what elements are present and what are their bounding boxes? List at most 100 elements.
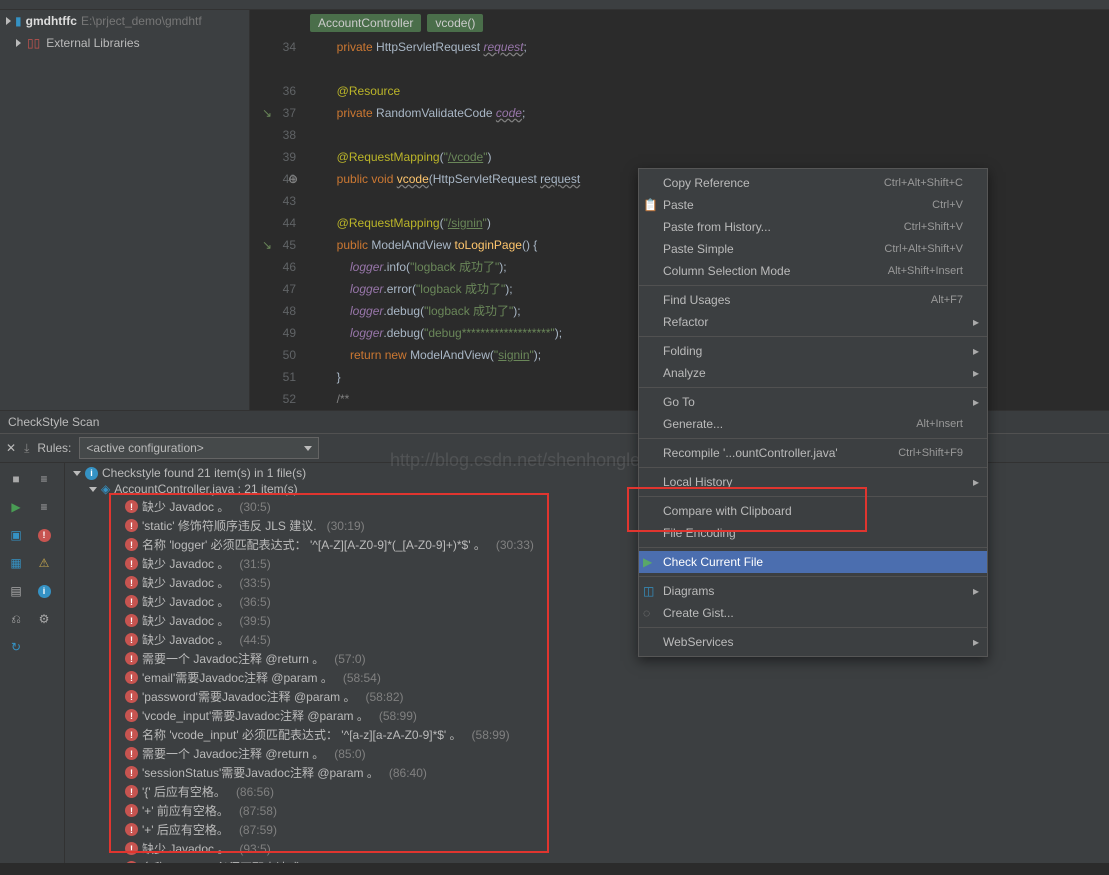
- module-icon: ▮: [15, 14, 22, 28]
- issue-location: (86:40): [389, 766, 427, 780]
- menu-item-copy-reference[interactable]: Copy ReferenceCtrl+Alt+Shift+C: [639, 172, 987, 194]
- menu-item-go-to[interactable]: Go To▸: [639, 391, 987, 413]
- external-libraries[interactable]: ▯▯ External Libraries: [0, 32, 249, 54]
- issue-location: (57:0): [334, 652, 365, 666]
- rules-combo[interactable]: <active configuration>: [79, 437, 319, 459]
- issue-row[interactable]: !名称 'vcode_input' 必须匹配表达式： '^[a-z][a-zA-…: [65, 725, 1109, 744]
- menu-shortcut: Alt+Insert: [916, 418, 963, 430]
- gutter-fold-icon[interactable]: ⊕: [288, 168, 298, 190]
- issue-row[interactable]: !'+' 后应有空格。(87:59): [65, 820, 1109, 839]
- settings-button[interactable]: ⚙: [30, 605, 58, 633]
- issue-row[interactable]: !'email'需要Javadoc注释 @param 。(58:54): [65, 668, 1109, 687]
- collapse-button[interactable]: ≡: [30, 493, 58, 521]
- menu-shortcut: Ctrl+Shift+F9: [898, 447, 963, 459]
- expand-icon[interactable]: [6, 17, 11, 25]
- collapse-icon[interactable]: [89, 487, 97, 492]
- vcs-button[interactable]: ⎌: [2, 605, 30, 633]
- menu-item-generate-[interactable]: Generate... Alt+Insert: [639, 413, 987, 435]
- scope-button[interactable]: ▤: [2, 577, 30, 605]
- gutter-override-icon[interactable]: ↘: [262, 102, 272, 124]
- close-button[interactable]: ✕: [6, 441, 16, 455]
- menu-item-folding[interactable]: Folding▸: [639, 340, 987, 362]
- issue-row[interactable]: !缺少 Javadoc 。(93:5): [65, 839, 1109, 858]
- menu-item-webservices[interactable]: WebServices▸: [639, 631, 987, 653]
- expand-icon[interactable]: [16, 39, 21, 47]
- paste-icon: 📋: [643, 198, 657, 212]
- menu-separator: [639, 496, 987, 497]
- refresh-button[interactable]: ↻: [2, 633, 30, 661]
- menu-item-local-history[interactable]: Local History▸: [639, 471, 987, 493]
- menu-label: File Encoding: [663, 526, 736, 540]
- error-icon: !: [125, 709, 138, 722]
- menu-item-recompile-ountcontroller-java-[interactable]: Recompile '...ountController.java'Ctrl+S…: [639, 442, 987, 464]
- issue-message: 'static' 修饰符顺序违反 JLS 建议.: [142, 517, 317, 534]
- menu-label: Generate...: [663, 417, 723, 431]
- project-name: gmdhtffc: [26, 14, 77, 28]
- project-button[interactable]: ▦: [2, 549, 30, 577]
- expand-button[interactable]: ≡: [30, 465, 58, 493]
- menu-separator: [639, 627, 987, 628]
- menu-item-paste[interactable]: 📋PasteCtrl+V: [639, 194, 987, 216]
- menu-item-paste-from-history-[interactable]: Paste from History...Ctrl+Shift+V: [639, 216, 987, 238]
- info-icon: i: [85, 467, 98, 480]
- menu-item-diagrams[interactable]: ◫Diagrams▸: [639, 580, 987, 602]
- menu-item-compare-with-clipboard[interactable]: Compare with Clipboard: [639, 500, 987, 522]
- menu-item-analyze[interactable]: Analyze▸: [639, 362, 987, 384]
- breadcrumb-class[interactable]: AccountController: [310, 14, 421, 32]
- menu-item-find-usages[interactable]: Find UsagesAlt+F7: [639, 289, 987, 311]
- export-button[interactable]: ⤓: [24, 441, 29, 456]
- menu-label: Create Gist...: [663, 606, 734, 620]
- issue-location: (31:5): [239, 557, 270, 571]
- menu-item-create-gist-[interactable]: ◌Create Gist...: [639, 602, 987, 624]
- error-icon: !: [125, 652, 138, 665]
- submenu-arrow-icon: ▸: [973, 344, 979, 358]
- stop-button[interactable]: ■: [2, 465, 30, 493]
- error-filter-button[interactable]: !: [30, 521, 58, 549]
- menu-label: Find Usages: [663, 293, 730, 307]
- run-button[interactable]: ▶: [2, 493, 30, 521]
- issue-row[interactable]: !'password'需要Javadoc注释 @param 。(58:82): [65, 687, 1109, 706]
- project-root[interactable]: ▮ gmdhtffc E:\prject_demo\gmdhtf: [0, 10, 249, 32]
- gutter-override-icon[interactable]: ↘: [262, 234, 272, 256]
- menu-shortcut: Ctrl+Alt+Shift+C: [884, 177, 963, 189]
- error-icon: !: [125, 861, 138, 863]
- menu-label: Paste Simple: [663, 242, 734, 256]
- issue-row[interactable]: !'sessionStatus'需要Javadoc注释 @param 。(86:…: [65, 763, 1109, 782]
- menu-item-file-encoding[interactable]: File Encoding: [639, 522, 987, 544]
- issue-message: 名称 'logger' 必须匹配表达式： '^[A-Z][A-Z0-9]*(_[…: [142, 536, 486, 553]
- menu-separator: [639, 467, 987, 468]
- error-icon: !: [125, 614, 138, 627]
- collapse-icon[interactable]: [73, 471, 81, 476]
- checkstyle-tool-column: ■ ≡ ▶ ≡ ▣ ! ▦ ⚠ ▤ i ⎌ ⚙ ↻: [0, 463, 65, 863]
- warning-filter-button[interactable]: ⚠: [30, 549, 58, 577]
- issue-row[interactable]: !名称 'login_h' 必须匹配表达式： '^[a-z][a-zA-Z0-9…: [65, 858, 1109, 863]
- error-icon: !: [125, 804, 138, 817]
- module-button[interactable]: ▣: [2, 521, 30, 549]
- issue-row[interactable]: !需要一个 Javadoc注释 @return 。(85:0): [65, 744, 1109, 763]
- menu-item-column-selection-mode[interactable]: Column Selection ModeAlt+Shift+Insert: [639, 260, 987, 282]
- ext-libs-label: External Libraries: [46, 36, 139, 50]
- menu-item-paste-simple[interactable]: Paste SimpleCtrl+Alt+Shift+V: [639, 238, 987, 260]
- issue-row[interactable]: !'vcode_input'需要Javadoc注释 @param 。(58:99…: [65, 706, 1109, 725]
- menu-item-check-current-file[interactable]: ▶Check Current File: [639, 551, 987, 573]
- issue-message: 名称 'vcode_input' 必须匹配表达式： '^[a-z][a-zA-Z…: [142, 726, 462, 743]
- info-filter-button[interactable]: i: [30, 577, 58, 605]
- menu-label: Paste: [663, 198, 694, 212]
- editor-breadcrumb: AccountController vcode(): [250, 10, 1109, 36]
- rules-value: <active configuration>: [86, 441, 203, 455]
- menu-shortcut: Ctrl+Shift+V: [904, 221, 963, 233]
- editor-tabs: [0, 0, 1109, 10]
- line-gutter[interactable]: 3436 ↘37 3839 ⊕40 4344 ↘45 4647484950515…: [250, 36, 310, 410]
- issue-location: (39:5): [239, 614, 270, 628]
- java-file-icon: ◈: [101, 482, 110, 496]
- issue-row[interactable]: ! '+' 前应有空格。 (87:58): [65, 801, 1109, 820]
- issue-row[interactable]: !'{' 后应有空格。(86:56): [65, 782, 1109, 801]
- breadcrumb-method[interactable]: vcode(): [427, 14, 483, 32]
- issue-location: (87:59): [239, 823, 277, 837]
- issue-message: '+' 前应有空格。: [142, 802, 229, 819]
- issue-location: (87:58): [239, 804, 277, 818]
- menu-label: Diagrams: [663, 584, 714, 598]
- error-icon: !: [125, 538, 138, 551]
- menu-item-refactor[interactable]: Refactor▸: [639, 311, 987, 333]
- file-summary-text: AccountController.java : 21 item(s): [114, 482, 297, 496]
